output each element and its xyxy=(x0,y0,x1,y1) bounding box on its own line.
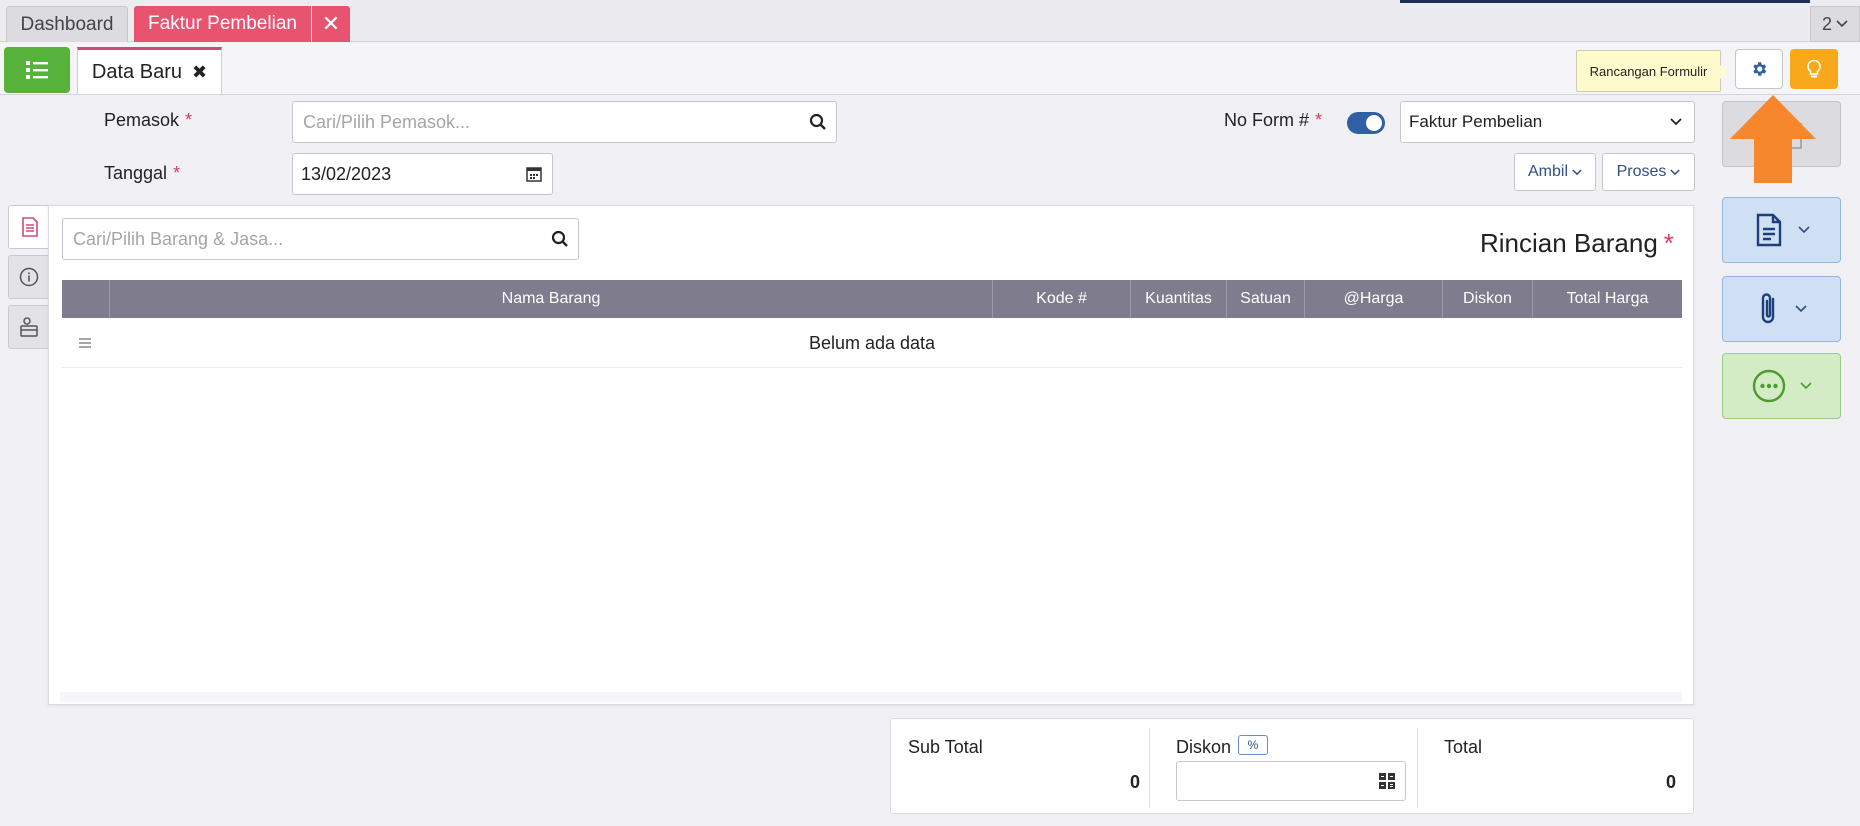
empty-table-message: Belum ada data xyxy=(808,332,936,353)
chevron-down-icon xyxy=(1794,305,1807,313)
vtab-items[interactable] xyxy=(8,205,50,249)
table-header: Nama Barang Kode # Kuantitas Satuan @Har… xyxy=(62,280,1682,318)
form-type-select[interactable]: Faktur Pembelian xyxy=(1400,101,1695,143)
tanggal-date-input[interactable]: 13/02/2023 xyxy=(292,153,553,195)
proses-button[interactable]: Proses xyxy=(1602,153,1695,191)
tooltip-rancangan-formulir: Rancangan Formulir xyxy=(1576,50,1728,92)
column-header[interactable]: Diskon xyxy=(1443,280,1533,318)
top-accent-line xyxy=(1400,0,1810,3)
paperclip-icon xyxy=(1761,293,1774,324)
divider xyxy=(1417,728,1418,808)
column-header[interactable]: Kuantitas xyxy=(1131,280,1227,318)
discount-percent-toggle[interactable]: % xyxy=(1238,735,1268,755)
chevron-down-icon xyxy=(1572,168,1582,175)
document-lines-icon xyxy=(21,217,38,237)
chevron-down-icon xyxy=(1670,118,1682,126)
form-design-button[interactable] xyxy=(1735,49,1783,89)
list-view-button[interactable] xyxy=(4,47,70,93)
info-icon xyxy=(19,267,39,287)
search-icon xyxy=(809,113,826,130)
total-value: 0 xyxy=(1665,772,1676,792)
ambil-button[interactable]: Ambil xyxy=(1514,153,1596,191)
vtab-info[interactable] xyxy=(8,255,50,299)
column-header[interactable]: Total Harga xyxy=(1533,280,1682,318)
subtotal-value: 0 xyxy=(1129,772,1140,792)
more-options-button[interactable] xyxy=(1722,353,1841,419)
vtab-payment[interactable] xyxy=(8,305,50,349)
tab-count-dropdown[interactable]: 2 xyxy=(1810,6,1860,42)
payment-icon xyxy=(20,317,38,337)
print-document-button[interactable] xyxy=(1722,197,1841,263)
column-header[interactable]: Nama Barang xyxy=(110,280,993,318)
section-title: Rincian Barang * xyxy=(1480,228,1674,258)
calendar-icon xyxy=(526,167,542,182)
tab-data-baru[interactable]: Data Baru ✖ xyxy=(77,47,222,94)
pemasok-search-input[interactable]: Cari/Pilih Pemasok... xyxy=(292,101,837,143)
chevron-down-icon xyxy=(1836,20,1848,28)
orange-arrow-up-icon xyxy=(1730,95,1816,183)
column-header[interactable]: Kode # xyxy=(993,280,1131,318)
diskon-label: Diskon xyxy=(1176,737,1232,757)
close-tab-button[interactable]: ✕ xyxy=(312,6,350,42)
chevron-down-icon xyxy=(1670,168,1681,175)
lightbulb-icon xyxy=(1807,59,1821,78)
discount-input[interactable] xyxy=(1176,761,1406,801)
table-header-handle xyxy=(62,280,110,318)
chevron-down-icon xyxy=(1799,382,1812,390)
tips-button[interactable] xyxy=(1790,49,1838,89)
column-header[interactable]: Satuan xyxy=(1227,280,1305,318)
list-icon xyxy=(26,61,48,79)
panel-footer-strip xyxy=(60,692,1682,702)
pemasok-label: Pemasok * xyxy=(104,110,193,130)
more-icon xyxy=(1752,369,1785,403)
no-form-label: No Form # * xyxy=(1224,110,1323,130)
no-form-toggle[interactable] xyxy=(1347,112,1385,134)
column-header[interactable]: @Harga xyxy=(1305,280,1443,318)
subtotal-label: Sub Total xyxy=(908,737,983,757)
tab-faktur-pembelian[interactable]: Faktur Pembelian xyxy=(134,6,311,42)
document-icon xyxy=(1756,213,1781,247)
attachment-button[interactable] xyxy=(1722,276,1841,342)
divider xyxy=(1149,728,1150,808)
tab-dashboard[interactable]: Dashboard xyxy=(6,6,128,42)
close-icon: ✕ xyxy=(321,11,341,36)
total-label: Total xyxy=(1444,737,1483,757)
search-icon xyxy=(551,230,568,247)
tanggal-label: Tanggal * xyxy=(104,163,181,183)
drag-handle-icon[interactable] xyxy=(78,338,92,348)
chevron-down-icon xyxy=(1797,226,1810,234)
calculator-icon xyxy=(1379,773,1395,789)
gear-icon xyxy=(1753,62,1767,76)
close-icon[interactable]: ✖ xyxy=(192,62,207,83)
item-search-input[interactable]: Cari/Pilih Barang & Jasa... xyxy=(62,218,579,260)
